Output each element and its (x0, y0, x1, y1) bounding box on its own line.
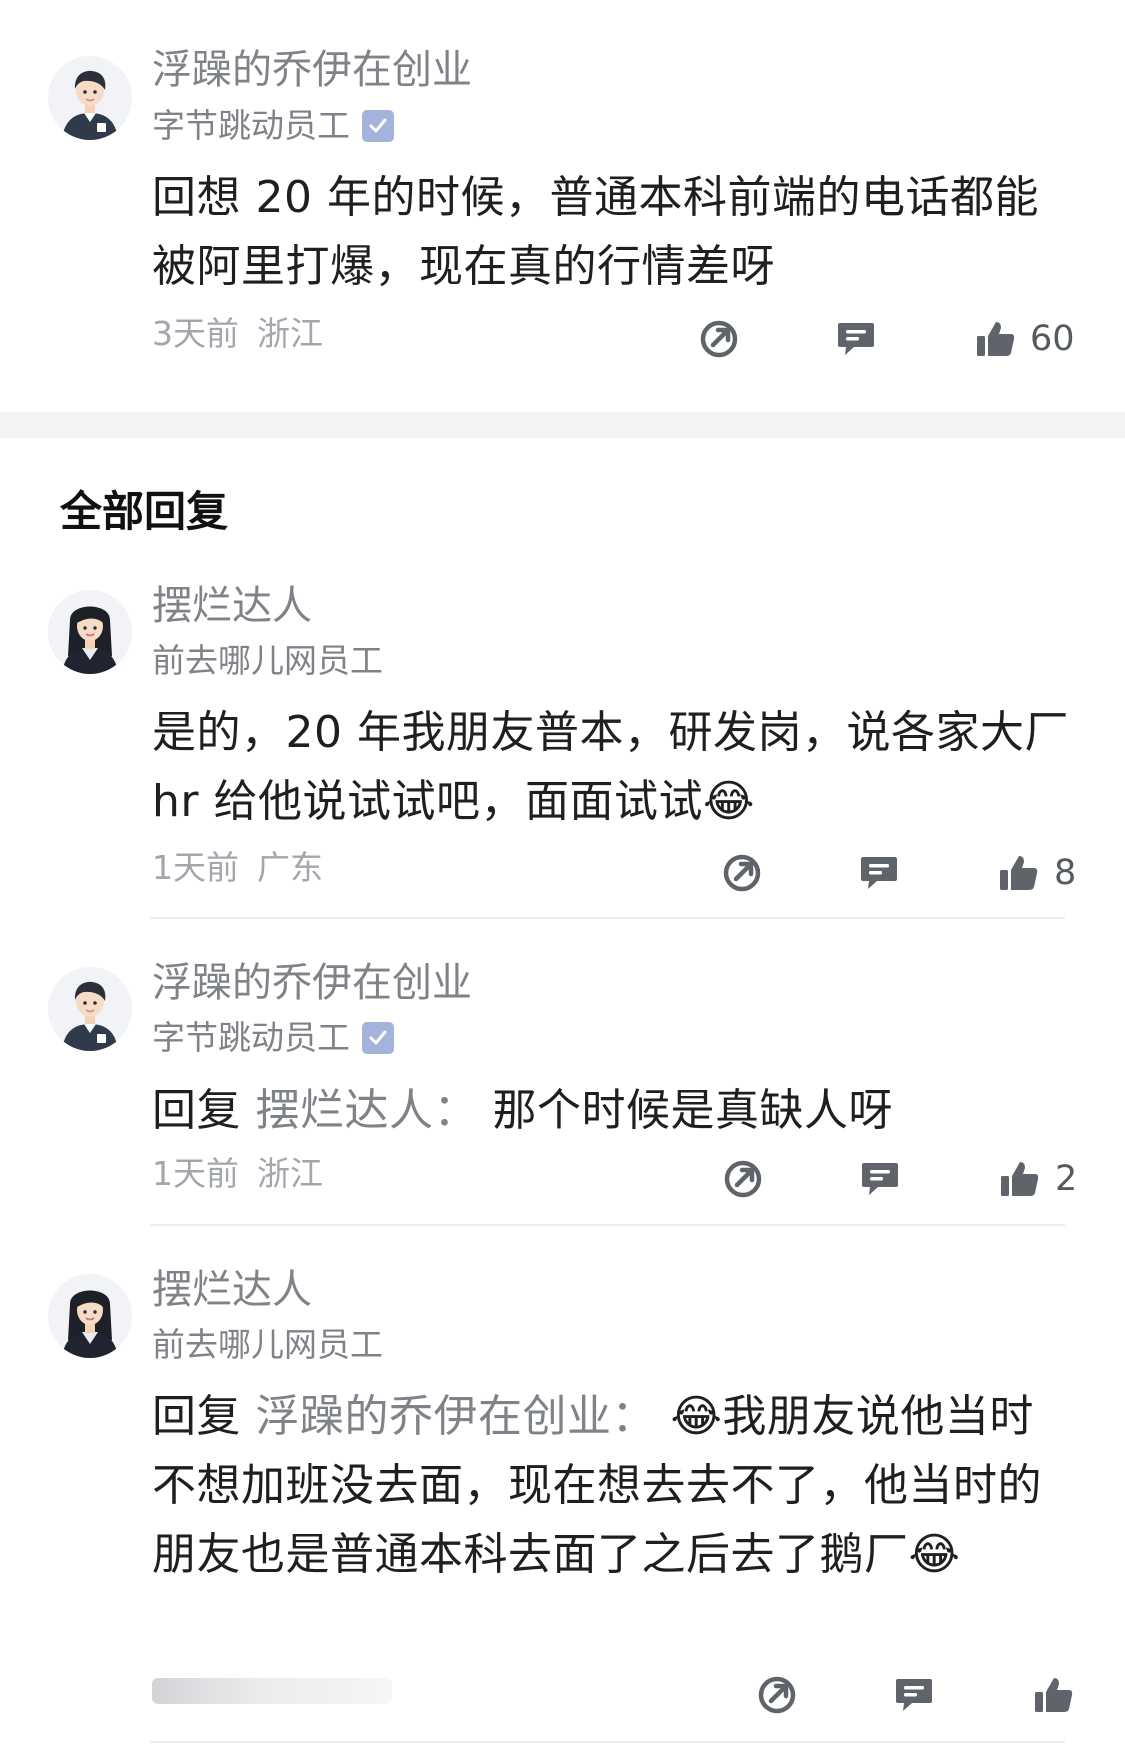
main-comment: 浮躁的乔伊在创业 字节跳动员工 回想 20 年的时候，普通本科前端的电话都能被阿… (0, 0, 1125, 412)
comment-meta: 1天前 浙江 (152, 1154, 323, 1194)
comment-location: 浙江 (257, 314, 323, 353)
male-avatar-icon (48, 56, 132, 140)
author-company: 字节跳动员工 (152, 1018, 350, 1057)
comment-time: 3天前 (152, 314, 239, 353)
author-company: 前去哪儿网员工 (152, 641, 383, 680)
author-name[interactable]: 浮躁的乔伊在创业 (152, 959, 472, 1007)
avatar[interactable] (48, 590, 132, 674)
share-button[interactable] (755, 1673, 799, 1717)
reply-prefix: 回复 (152, 1391, 241, 1442)
reply-divider (150, 1741, 1065, 1743)
female-avatar-icon (48, 590, 132, 674)
author-title: 前去哪儿网员工 (152, 641, 383, 681)
male-avatar-icon (48, 967, 132, 1051)
comment-icon (862, 1163, 898, 1195)
section-title: 全部回复 (60, 487, 229, 536)
avatar[interactable] (48, 967, 132, 1051)
thumbs-up-icon (1000, 856, 1038, 890)
reply-divider (150, 1224, 1065, 1226)
comment-content: 回想 20 年的时候，普通本科前端的电话都能被阿里打爆，现在真的行情差呀 (152, 172, 1039, 292)
like-count: 8 (1054, 853, 1077, 893)
author-title: 字节跳动员工 (152, 106, 394, 146)
reply-divider (150, 917, 1065, 919)
reply-prefix: 回复 (152, 1085, 241, 1136)
comment-meta: 3天前 浙江 (152, 314, 323, 354)
share-icon (700, 320, 738, 358)
share-icon (724, 1160, 762, 1198)
author-company: 前去哪儿网员工 (152, 1325, 383, 1364)
comment-location: 广东 (257, 848, 323, 887)
blurred-meta (152, 1678, 392, 1704)
comment-time: 1天前 (152, 1154, 239, 1193)
comment-icon (861, 857, 897, 889)
verified-badge-icon (362, 1022, 394, 1054)
reply-text: 那个时候是真缺人呀 (492, 1085, 893, 1136)
comment-content: 回复 浮躁的乔伊在创业： 😂我朋友说他当时不想加班没去面，现在想去去不了，他当时… (152, 1382, 1072, 1589)
avatar[interactable] (48, 1274, 132, 1358)
reply-target-link[interactable]: 摆烂达人： (256, 1085, 479, 1136)
comment-icon (838, 323, 874, 355)
share-icon (723, 854, 761, 892)
author-company: 字节跳动员工 (152, 106, 350, 145)
like-count: 60 (1030, 319, 1075, 359)
like-button[interactable] (1032, 1673, 1076, 1717)
thumbs-up-icon (1001, 1162, 1039, 1196)
share-button[interactable] (721, 1157, 765, 1201)
author-name[interactable]: 摆烂达人 (152, 582, 312, 630)
comment-button[interactable] (834, 317, 878, 361)
comment-icon (896, 1679, 932, 1711)
share-button[interactable] (697, 317, 741, 361)
comment-content: 是的，20 年我朋友普本，研发岗，说各家大厂 hr 给他说试试吧，面面试试😂 (152, 707, 1069, 827)
comment-meta: 1天前 广东 (152, 848, 323, 888)
like-button[interactable] (998, 1157, 1042, 1201)
like-button[interactable] (974, 317, 1018, 361)
author-name[interactable]: 浮躁的乔伊在创业 (152, 46, 472, 94)
author-title: 前去哪儿网员工 (152, 1325, 383, 1365)
thumbs-up-icon (1035, 1678, 1073, 1712)
comment-location: 浙江 (257, 1154, 323, 1193)
reply-target-link[interactable]: 浮躁的乔伊在创业： (256, 1391, 657, 1442)
female-avatar-icon (48, 1274, 132, 1358)
like-count: 2 (1055, 1159, 1078, 1199)
author-name[interactable]: 摆烂达人 (152, 1266, 312, 1314)
section-separator (0, 412, 1125, 438)
share-button[interactable] (720, 851, 764, 895)
thumbs-up-icon (977, 322, 1015, 356)
avatar[interactable] (48, 56, 132, 140)
comment-button[interactable] (857, 851, 901, 895)
comment-button[interactable] (858, 1157, 902, 1201)
comment-time: 1天前 (152, 848, 239, 887)
author-title: 字节跳动员工 (152, 1018, 394, 1058)
like-button[interactable] (997, 851, 1041, 895)
verified-badge-icon (362, 110, 394, 142)
comment-button[interactable] (892, 1673, 936, 1717)
share-icon (758, 1676, 796, 1714)
comment-content: 回复 摆烂达人： 那个时候是真缺人呀 (152, 1076, 1072, 1145)
